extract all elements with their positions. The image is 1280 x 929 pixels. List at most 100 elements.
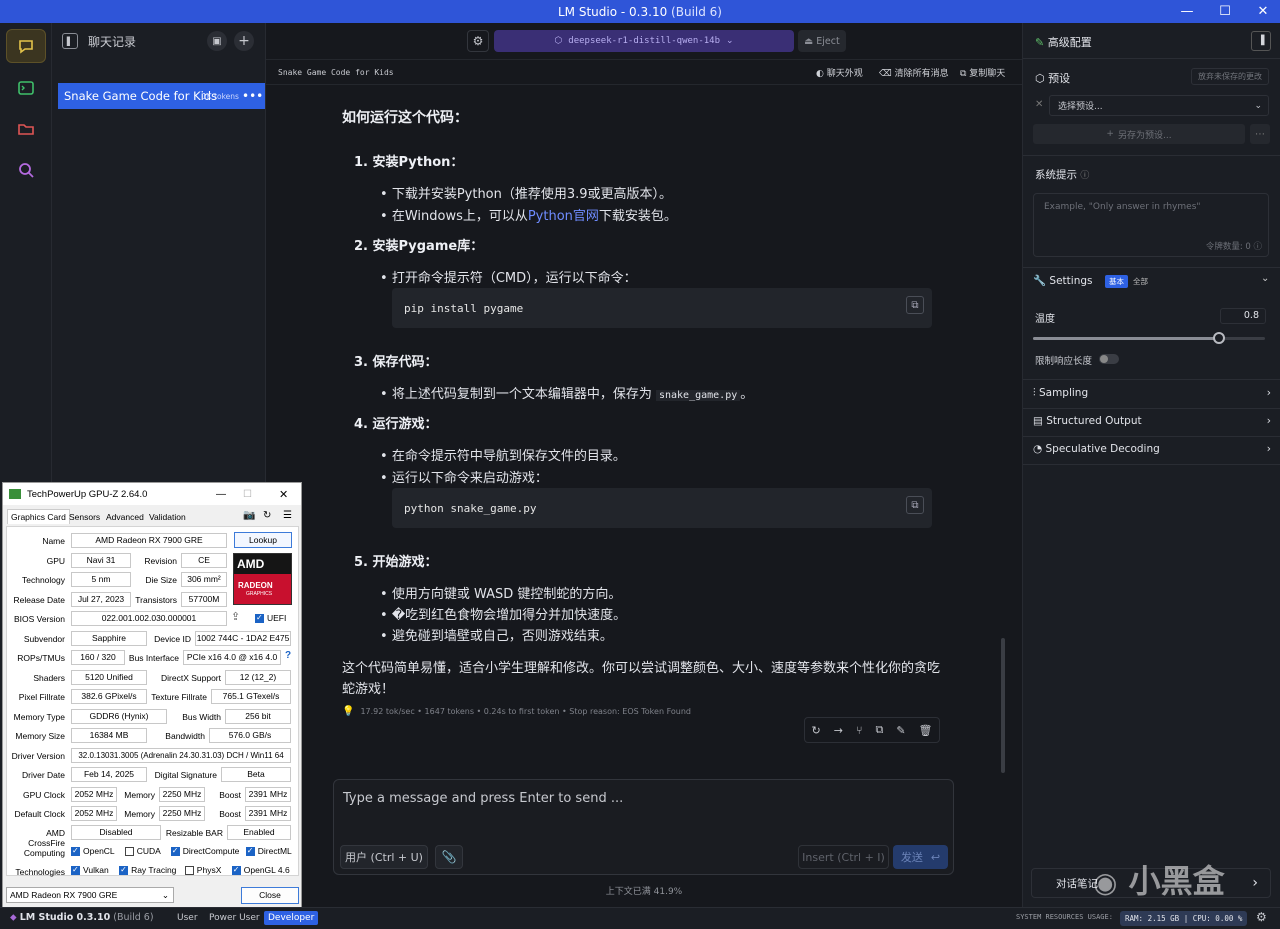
discard-changes-button[interactable]: 放弃未保存的更改 — [1191, 68, 1269, 85]
appearance-button[interactable]: ◐ 聊天外观 — [816, 66, 863, 79]
speculative-icon: ◔ — [1033, 443, 1043, 455]
eject-button[interactable]: ⏏ Eject — [798, 30, 846, 52]
copy-code-icon[interactable]: ⧉ — [906, 496, 924, 514]
lookup-button[interactable]: Lookup — [234, 532, 292, 548]
gpuz-tab-graphics-card[interactable]: Graphics Card — [7, 509, 70, 524]
generation-stats: 💡 17.92 tok/sec • 1647 tokens • 0.24s to … — [342, 706, 691, 717]
copy-chat-button[interactable]: ⧉ 复制聊天 — [960, 66, 1005, 79]
vulkan-checkbox[interactable]: Vulkan — [71, 865, 109, 876]
tab-basic[interactable]: 基本 — [1105, 275, 1128, 288]
delete-icon[interactable]: 🗑 — [919, 724, 933, 737]
tab-all[interactable]: 全部 — [1133, 275, 1148, 288]
save-as-preset-button[interactable]: + 另存为预设... — [1033, 124, 1245, 144]
step-5-bullet: • 避免碰到墙壁或自己，否则游戏结束。 — [380, 629, 613, 644]
label-memory: Memory — [124, 790, 155, 800]
settings-gear-icon[interactable]: ⚙ — [1256, 910, 1267, 924]
collapse-panel-icon[interactable]: ▐ — [1251, 31, 1271, 51]
directml-checkbox[interactable]: DirectML — [245, 846, 292, 857]
python-link[interactable]: Python官网 — [528, 209, 599, 224]
structured-output-section[interactable]: ▤ Structured Output › — [1033, 415, 1271, 427]
step-5-bullet: • 使用方向键或 WASD 键控制蛇的方向。 — [380, 587, 622, 602]
mode-user[interactable]: User — [172, 911, 203, 925]
gpuz-close-dialog-button[interactable]: Close — [241, 887, 299, 904]
value-gpu: Navi 31 — [71, 553, 131, 568]
label-crossfire: AMD CrossFire — [28, 828, 65, 848]
limit-length-toggle[interactable] — [1099, 354, 1119, 364]
value-bandwidth: 576.0 GB/s — [209, 728, 291, 743]
new-folder-icon[interactable]: ▣ — [207, 31, 227, 51]
scrollbar-thumb[interactable] — [1001, 638, 1005, 773]
step-1-title: 1. 安装Python： — [354, 155, 464, 170]
branch-icon[interactable]: ⑂ — [856, 724, 863, 737]
gpuz-tab-advanced[interactable]: Advanced — [106, 512, 144, 522]
clear-preset-icon[interactable]: ✕ — [1035, 99, 1043, 110]
preset-select[interactable]: 选择预设... ⌄ — [1049, 95, 1269, 116]
collapse-sidebar-icon[interactable]: ▌ — [62, 33, 78, 49]
insert-button[interactable]: Insert (Ctrl + I) — [798, 845, 889, 869]
role-toggle-button[interactable]: 用户 (Ctrl + U) — [340, 845, 428, 869]
regenerate-icon[interactable]: ↻ — [811, 724, 820, 737]
value-bus-interface: PCIe x16 4.0 @ x16 4.0 — [183, 650, 281, 665]
label-gpu-clock: GPU Clock — [22, 790, 65, 800]
minimize-button[interactable]: — — [1168, 0, 1206, 23]
chevron-right-icon: › — [1266, 443, 1271, 455]
share-icon[interactable]: ⇪ — [231, 610, 240, 623]
physx-checkbox[interactable]: PhysX — [184, 865, 221, 876]
temperature-value[interactable]: 0.8 — [1220, 308, 1266, 324]
preset-menu-icon[interactable]: ⋯ — [1250, 124, 1270, 144]
directcompute-checkbox[interactable]: DirectCompute — [170, 846, 239, 857]
gpuz-close-button[interactable]: ✕ — [279, 488, 288, 501]
edit-icon[interactable]: ✎ — [896, 724, 905, 737]
search-nav-button[interactable] — [6, 153, 46, 187]
sampling-section[interactable]: ⫶ Sampling › — [1033, 387, 1271, 400]
label-die-size: Die Size — [145, 575, 177, 585]
bus-help-icon[interactable]: ? — [285, 650, 291, 661]
copy-icon[interactable]: ⧉ — [875, 723, 883, 737]
model-selector[interactable]: ⬡ deepseek-r1-distill-qwen-14b ⌄ — [494, 30, 794, 52]
gpu-select[interactable]: AMD Radeon RX 7900 GRE ⌄ — [6, 887, 174, 903]
copy-code-icon[interactable]: ⧉ — [906, 296, 924, 314]
developer-nav-button[interactable] — [6, 71, 46, 105]
chat-list-item[interactable]: Snake Game Code for Kids 1K tokens ••• — [58, 83, 265, 109]
send-button[interactable]: 发送 ↩ — [893, 845, 948, 869]
camera-icon[interactable]: 📷 — [243, 510, 255, 521]
maximize-button[interactable]: ☐ — [1206, 0, 1244, 23]
settings-gear-icon[interactable]: ⚙ — [467, 30, 489, 52]
chat-item-menu-icon[interactable]: ••• — [242, 89, 263, 103]
models-nav-button[interactable] — [6, 112, 46, 146]
label-revision: Revision — [144, 556, 177, 566]
continue-icon[interactable]: → — [834, 724, 843, 737]
opengl-checkbox[interactable]: OpenGL 4.6 — [231, 865, 290, 876]
refresh-icon[interactable]: ↻ — [263, 510, 271, 521]
mode-power-user[interactable]: Power User — [205, 911, 264, 925]
raytracing-checkbox[interactable]: Ray Tracing — [119, 865, 176, 876]
label-device-id: Device ID — [154, 634, 191, 644]
temperature-label: 温度 — [1035, 314, 1055, 325]
settings-section[interactable]: 🔧 Settings — [1033, 274, 1093, 287]
chevron-down-icon[interactable]: ⌄ — [1261, 273, 1269, 284]
message-input[interactable]: Type a message and press Enter to send .… — [343, 791, 623, 806]
opencl-checkbox[interactable]: OpenCL — [71, 846, 114, 857]
menu-icon[interactable]: ☰ — [283, 510, 292, 521]
temperature-slider[interactable] — [1033, 332, 1265, 344]
enter-icon: ↩ — [930, 850, 941, 864]
gpuz-tab-validation[interactable]: Validation — [149, 512, 186, 522]
cuda-checkbox[interactable]: CUDA — [124, 846, 160, 857]
temperature-slider-handle[interactable] — [1212, 332, 1225, 344]
step-4-bullet: • 运行以下命令来启动游戏： — [380, 471, 548, 486]
mode-developer[interactable]: Developer — [264, 911, 319, 925]
uefi-checkbox[interactable]: UEFI — [255, 613, 286, 624]
folder-icon — [18, 124, 34, 135]
attach-button[interactable]: 📎 — [435, 845, 463, 869]
gpuz-tab-sensors[interactable]: Sensors — [69, 512, 100, 522]
help-icon[interactable]: ⓘ — [1080, 171, 1089, 181]
new-chat-icon[interactable]: + — [234, 31, 254, 51]
gpuz-maximize-button[interactable]: ☐ — [243, 489, 252, 500]
chat-nav-button[interactable] — [6, 29, 46, 63]
lightbulb-icon: 💡 — [342, 706, 355, 717]
close-window-button[interactable]: ✕ — [1244, 0, 1280, 23]
system-prompt-input[interactable]: Example, "Only answer in rhymes" 令牌数量: 0… — [1033, 193, 1269, 257]
speculative-decoding-section[interactable]: ◔ Speculative Decoding › — [1033, 443, 1271, 455]
gpuz-minimize-button[interactable]: — — [216, 489, 226, 500]
clear-messages-button[interactable]: ⌫ 清除所有消息 — [879, 66, 949, 79]
